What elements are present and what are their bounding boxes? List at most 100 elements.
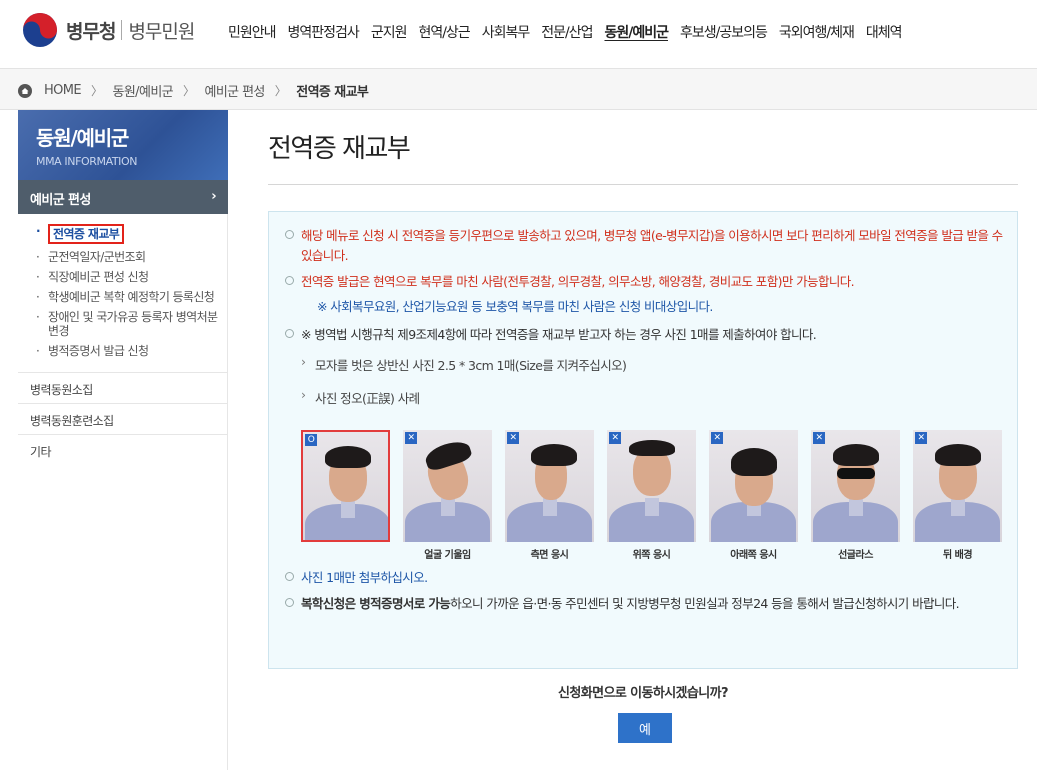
photo-examples: O ✕ 얼굴 기울임 ✕ 측면 응시 ✕ 위쪽 응시 ✕ 아래쪽 응시 ✕ 선글…: [301, 430, 1002, 562]
sidebar-subitem-workplace-reserve[interactable]: 직장예비군 편성 신청: [36, 270, 221, 284]
info-box: 해당 메뉴로 신청 시 전역증을 등기우편으로 발송하고 있으며, 병무청 앱(…: [268, 211, 1018, 669]
photo-caption: [301, 546, 390, 558]
photo-image: ✕: [709, 430, 798, 542]
photo-example-correct: O: [301, 430, 390, 562]
info-text: ※ 병역법 시행규칙 제9조제4항에 따라 전역증을 재교부 받고자 하는 경우…: [301, 327, 817, 342]
correct-mark-icon: O: [305, 434, 317, 446]
sidebar-header: 동원/예비군 MMA INFORMATION: [18, 110, 228, 180]
photo-caption: 뒤 배경: [942, 550, 973, 561]
nav-item-alternative[interactable]: 대체역: [866, 22, 903, 42]
sub-item: 사진 정오(正誤) 사례: [285, 387, 1003, 407]
wrong-mark-icon: ✕: [711, 432, 723, 444]
photo-caption: 얼굴 기울임: [424, 550, 471, 561]
wrong-mark-icon: ✕: [813, 432, 825, 444]
photo-image: ✕: [403, 430, 492, 542]
sidebar-subitem-label: 전역증 재교부: [48, 224, 125, 244]
wrong-mark-icon: ✕: [507, 432, 519, 444]
sidebar-title: 동원/예비군: [36, 126, 129, 150]
sidebar: 동원/예비군 MMA INFORMATION 예비군 편성 › 전역증 재교부 …: [18, 110, 228, 770]
photo-caption: 아래쪽 응시: [730, 550, 777, 561]
sidebar-subitem-reissue[interactable]: 전역증 재교부: [36, 224, 221, 244]
photo-example-tilted: ✕ 얼굴 기울임: [403, 430, 492, 562]
yes-button[interactable]: 예: [618, 713, 672, 743]
chevron-right-icon: 〉: [274, 84, 287, 98]
bullet-icon: [285, 329, 294, 338]
sidebar-subitem-disability-change[interactable]: 장애인 및 국가유공 등록자 병역처분변경: [36, 310, 221, 338]
logo-subtitle: 병무민원: [128, 20, 195, 43]
breadcrumb-current: 전역증 재교부: [296, 85, 369, 100]
info-note: ※ 사회복무요원, 산업기능요원 등 보충역 복무를 마친 사람은 신청 비대상…: [317, 299, 713, 314]
bullet-icon: [285, 572, 294, 581]
photo-image: ✕: [811, 430, 900, 542]
nav-item-mobilization[interactable]: 동원/예비군: [604, 22, 669, 42]
sidebar-section-reserve[interactable]: 예비군 편성 ›: [18, 180, 228, 214]
photo-caption: 선글라스: [838, 550, 873, 561]
sidebar-menu: 병력동원소집 병력동원훈련소집 기타: [18, 372, 227, 465]
photo-example-down: ✕ 아래쪽 응시: [709, 430, 798, 562]
info-text: 사진 1매만 첨부하십시오.: [301, 570, 428, 585]
breadcrumb-bar: HOME 〉 동원/예비군 〉 예비군 편성 〉 전역증 재교부: [0, 68, 1037, 110]
nav-item-military-apply[interactable]: 군지원: [371, 22, 408, 42]
wrong-mark-icon: ✕: [609, 432, 621, 444]
photo-example-background: ✕ 뒤 배경: [913, 430, 1002, 562]
photo-caption: 측면 응시: [530, 550, 569, 561]
photo-image: O: [301, 430, 390, 542]
logo-divider: [121, 20, 123, 40]
breadcrumb-item[interactable]: 예비군 편성: [204, 81, 265, 100]
breadcrumb: HOME 〉 동원/예비군 〉 예비군 편성 〉 전역증 재교부: [18, 81, 369, 100]
sidebar-subitem-discharge-lookup[interactable]: 군전역일자/군번조회: [36, 250, 221, 264]
sidebar-item-mobilization-call[interactable]: 병력동원소집: [18, 372, 227, 403]
photo-caption: 위쪽 응시: [632, 550, 671, 561]
sidebar-item-mobilization-training[interactable]: 병력동원훈련소집: [18, 403, 227, 434]
sidebar-submenu: 전역증 재교부 군전역일자/군번조회 직장예비군 편성 신청 학생예비군 복학 …: [18, 214, 227, 372]
photo-example-up: ✕ 위쪽 응시: [607, 430, 696, 562]
info-item: 사진 1매만 첨부하십시오.: [285, 568, 1005, 588]
nav-item-professional[interactable]: 전문/산업: [541, 22, 593, 42]
sub-item: 모자를 벗은 상반신 사진 2.5 * 3cm 1매(Size를 지켜주십시오): [285, 354, 1003, 374]
info-text-bold: 복학신청은 병적증명서로 가능: [301, 596, 451, 611]
info-item: 해당 메뉴로 신청 시 전역증을 등기우편으로 발송하고 있으며, 병무청 앱(…: [285, 226, 1003, 266]
chevron-right-icon: 〉: [183, 84, 195, 98]
breadcrumb-home[interactable]: HOME: [44, 83, 82, 98]
wrong-mark-icon: ✕: [405, 432, 417, 444]
sidebar-subitem-student-reserve[interactable]: 학생예비군 복학 예정학기 등록신청: [36, 290, 221, 304]
nav-item-active-duty[interactable]: 현역/상근: [418, 22, 470, 42]
chevron-right-icon: ›: [211, 189, 216, 204]
nav-item-civil-guide[interactable]: 민원안내: [228, 22, 277, 42]
photo-image: ✕: [607, 430, 696, 542]
sidebar-section-label: 예비군 편성: [30, 193, 91, 208]
title-divider: [268, 184, 1018, 185]
photo-example-side: ✕ 측면 응시: [505, 430, 594, 562]
photo-image: ✕: [505, 430, 594, 542]
taegeuk-logo-icon: [23, 13, 57, 47]
info-text: 하오니 가까운 읍·면·동 주민센터 및 지방병무청 민원실과 정부24 등을 …: [450, 596, 960, 611]
bullet-icon: [285, 598, 294, 607]
info-bottom: 사진 1매만 첨부하십시오. 복학신청은 병적증명서로 가능하오니 가까운 읍·…: [285, 568, 1005, 620]
sidebar-subtitle: MMA INFORMATION: [36, 155, 138, 168]
breadcrumb-item[interactable]: 동원/예비군: [112, 81, 173, 100]
sidebar-subitem-certificate[interactable]: 병적증명서 발급 신청: [36, 344, 221, 358]
nav-item-social-service[interactable]: 사회복무: [482, 22, 531, 42]
info-item: ※ 병역법 시행규칙 제9조제4항에 따라 전역증을 재교부 받고자 하는 경우…: [285, 325, 1003, 345]
bullet-icon: [285, 276, 294, 285]
bullet-icon: [285, 230, 294, 239]
logo[interactable]: 병무청 병무민원: [22, 12, 195, 48]
nav-item-overseas[interactable]: 국외여행/체재: [779, 22, 855, 42]
page-title: 전역증 재교부: [268, 134, 411, 164]
photo-image: ✕: [913, 430, 1002, 542]
logo-name: 병무청: [66, 20, 116, 43]
chevron-right-icon: 〉: [91, 84, 103, 98]
photo-example-sunglasses: ✕ 선글라스: [811, 430, 900, 562]
nav-item-exam[interactable]: 병역판정검사: [288, 22, 360, 42]
info-item: 복학신청은 병적증명서로 가능하오니 가까운 읍·면·동 주민센터 및 지방병무…: [285, 594, 1005, 614]
confirm-question: 신청화면으로 이동하시겠습니까?: [558, 686, 729, 701]
nav-item-candidate[interactable]: 후보생/공보의등: [680, 22, 768, 42]
home-icon[interactable]: [18, 83, 32, 98]
sidebar-item-etc[interactable]: 기타: [18, 434, 227, 465]
info-item: 전역증 발급은 현역으로 복무를 마친 사람(전투경찰, 의무경찰, 의무소방,…: [285, 272, 1003, 292]
wrong-mark-icon: ✕: [915, 432, 927, 444]
header: 병무청 병무민원 민원안내 병역판정검사 군지원 현역/상근 사회복무 전문/산…: [0, 0, 1037, 66]
info-text: 전역증 발급은 현역으로 복무를 마친 사람(전투경찰, 의무경찰, 의무소방,…: [301, 274, 855, 289]
main-content: 전역증 재교부 해당 메뉴로 신청 시 전역증을 등기우편으로 발송하고 있으며…: [268, 110, 1018, 669]
main-nav: 민원안내 병역판정검사 군지원 현역/상근 사회복무 전문/산업 동원/예비군 …: [228, 22, 914, 42]
